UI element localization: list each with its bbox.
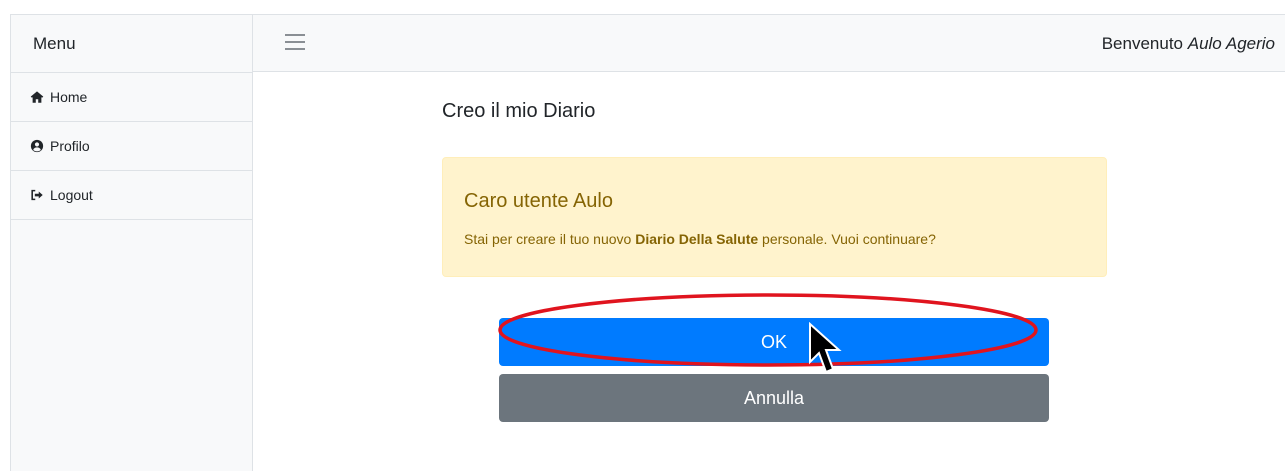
sidebar-item-logout[interactable]: Logout bbox=[11, 171, 252, 220]
menu-toggle-icon[interactable] bbox=[285, 34, 305, 54]
sidebar-item-label: Home bbox=[50, 88, 88, 105]
alert-text-before: Stai per creare il tuo nuovo bbox=[464, 231, 636, 247]
alert-text-bold: Diario Della Salute bbox=[635, 231, 759, 247]
welcome-message: Benvenuto Aulo Agerio bbox=[1102, 15, 1275, 73]
cancel-button[interactable]: Annulla bbox=[499, 374, 1049, 422]
alert-heading: Caro utente Aulo bbox=[464, 190, 613, 212]
user-name: Aulo Agerio bbox=[1187, 34, 1275, 53]
alert-text: Stai per creare il tuo nuovo Diario Dell… bbox=[464, 231, 936, 247]
warning-alert: Caro utente Aulo Stai per creare il tuo … bbox=[442, 157, 1107, 277]
app-frame: Menu Home Profilo Logout Benvenuto Aulo … bbox=[0, 0, 1285, 471]
page-title: Creo il mio Diario bbox=[442, 100, 596, 122]
sidebar-item-profilo[interactable]: Profilo bbox=[11, 122, 252, 171]
sidebar-item-label: Logout bbox=[50, 186, 93, 203]
home-icon bbox=[29, 89, 45, 105]
sign-out-icon bbox=[29, 187, 45, 203]
welcome-prefix: Benvenuto bbox=[1101, 34, 1183, 53]
alert-text-after: personale. Vuoi continuare? bbox=[758, 231, 936, 247]
ok-button[interactable]: OK bbox=[499, 318, 1049, 366]
sidebar-item-home[interactable]: Home bbox=[11, 73, 252, 122]
main-content: Creo il mio Diario Caro utente Aulo Stai… bbox=[253, 72, 1285, 471]
sidebar-heading: Menu bbox=[11, 15, 252, 73]
user-circle-icon bbox=[29, 138, 45, 154]
sidebar: Menu Home Profilo Logout bbox=[10, 14, 253, 471]
top-navbar: Benvenuto Aulo Agerio bbox=[253, 14, 1285, 72]
sidebar-item-label: Profilo bbox=[50, 137, 90, 154]
